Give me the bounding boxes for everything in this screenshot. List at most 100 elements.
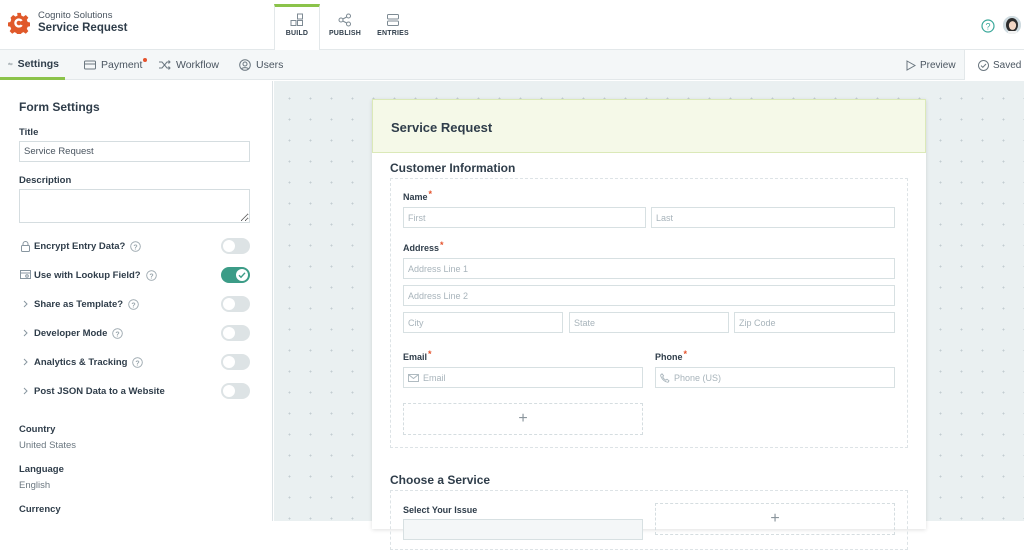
phone-input[interactable]: Phone (US) <box>655 367 895 388</box>
template-toggle[interactable] <box>221 296 250 312</box>
shuffle-icon <box>159 60 171 70</box>
top-bar: Cognito Solutions Service Request BUILD … <box>0 0 1024 51</box>
svg-text:?: ? <box>116 331 120 338</box>
sliders-icon <box>8 62 13 65</box>
chevron-right-icon <box>19 329 31 337</box>
phone-icon <box>660 372 670 383</box>
play-outline-icon <box>906 59 916 71</box>
check-icon <box>238 272 246 279</box>
last-name-input[interactable]: Last <box>651 207 895 228</box>
toggle-row-developer[interactable]: Developer Mode ? <box>19 325 250 341</box>
first-name-input[interactable]: First <box>403 207 646 228</box>
required-marker: * <box>428 349 432 359</box>
add-field-button[interactable]: + <box>403 403 643 435</box>
subtab-users[interactable]: Users <box>239 50 283 80</box>
email-label-text: Email <box>403 352 428 362</box>
subtab-settings-label: Settings <box>17 57 59 70</box>
help-icon[interactable]: ? <box>145 269 157 281</box>
user-avatar[interactable] <box>1003 16 1021 34</box>
template-label: Share as Template? <box>34 298 124 310</box>
toggle-row-template[interactable]: Share as Template? ? <box>19 296 250 312</box>
encrypt-toggle[interactable] <box>221 238 250 254</box>
title-label: Title <box>19 127 39 138</box>
developer-toggle[interactable] <box>221 325 250 341</box>
svg-text:?: ? <box>985 21 990 31</box>
subtab-workflow[interactable]: Workflow <box>159 50 219 80</box>
main-tabs: BUILD PUBLISH ENTRIES <box>274 4 418 51</box>
share-icon <box>338 13 351 27</box>
tab-build[interactable]: BUILD <box>274 4 320 51</box>
state-placeholder: State <box>574 317 596 328</box>
payment-alert-dot <box>143 58 148 62</box>
language-value[interactable]: English <box>19 480 50 491</box>
required-marker: * <box>428 189 433 199</box>
post-json-toggle[interactable] <box>221 383 250 399</box>
help-circle-icon[interactable]: ? <box>981 19 995 33</box>
address-line1-input[interactable]: Address Line 1 <box>403 258 895 279</box>
title-input[interactable] <box>19 141 250 162</box>
sub-navigation: Settings Payment Workflow Users Preview … <box>0 50 1024 80</box>
subtab-payment-label: Payment <box>101 59 143 71</box>
last-name-placeholder: Last <box>656 212 674 223</box>
required-marker: * <box>683 349 688 359</box>
lookup-toggle[interactable] <box>221 267 250 283</box>
subtab-workflow-label: Workflow <box>176 59 219 71</box>
help-icon[interactable]: ? <box>130 240 142 252</box>
tab-entries-label: ENTRIES <box>377 30 409 37</box>
help-icon[interactable]: ? <box>112 327 124 339</box>
check-circle-icon <box>978 59 989 71</box>
brand[interactable]: Cognito Solutions Service Request <box>8 10 128 35</box>
email-input[interactable]: Email <box>403 367 643 388</box>
city-input[interactable]: City <box>403 312 563 333</box>
currency-label: Currency <box>19 504 61 515</box>
entries-icon <box>387 14 399 26</box>
toggle-row-encrypt: Encrypt Entry Data? ? <box>19 238 250 254</box>
help-icon[interactable]: ? <box>132 356 144 368</box>
country-label: Country <box>19 424 56 435</box>
lookup-icon <box>19 270 31 280</box>
encrypt-label: Encrypt Entry Data? <box>34 240 126 252</box>
language-label: Language <box>19 464 64 475</box>
panel-title: Form Settings <box>19 100 100 114</box>
lock-icon <box>19 240 31 252</box>
saved-label: Saved <box>993 59 1022 71</box>
phone-field-label: Phone* <box>655 349 688 362</box>
tab-entries[interactable]: ENTRIES <box>370 4 416 50</box>
description-textarea[interactable] <box>19 189 250 223</box>
toggle-row-analytics[interactable]: Analytics & Tracking ? <box>19 354 250 370</box>
build-grid-icon <box>290 13 303 26</box>
address-line2-input[interactable]: Address Line 2 <box>403 285 895 306</box>
chevron-right-icon <box>19 300 31 308</box>
svg-text:?: ? <box>149 273 153 280</box>
analytics-label: Analytics & Tracking <box>34 356 128 368</box>
analytics-toggle[interactable] <box>221 354 250 370</box>
help-icon[interactable]: ? <box>128 298 139 310</box>
tab-publish[interactable]: PUBLISH <box>322 4 368 50</box>
saved-status: Saved <box>964 50 1024 80</box>
form-title: Service Request <box>391 120 493 135</box>
form-header[interactable]: Service Request <box>372 99 926 153</box>
plus-icon: + <box>518 410 528 427</box>
lookup-label: Use with Lookup Field? <box>34 269 141 281</box>
phone-label-text: Phone <box>655 352 683 362</box>
subtab-settings[interactable]: Settings <box>0 50 65 80</box>
state-input[interactable]: State <box>569 312 729 333</box>
country-value[interactable]: United States <box>19 440 76 451</box>
section-title-service[interactable]: Choose a Service <box>390 473 490 487</box>
email-placeholder: Email <box>423 372 446 383</box>
envelope-icon <box>408 373 419 382</box>
subtab-payment[interactable]: Payment <box>84 50 148 80</box>
chevron-right-icon <box>19 358 31 366</box>
add-field-button-service[interactable]: + <box>655 503 895 535</box>
address-label-text: Address <box>403 243 440 253</box>
tab-publish-label: PUBLISH <box>328 30 362 37</box>
zip-input[interactable]: Zip Code <box>734 312 895 333</box>
issue-select[interactable] <box>403 519 643 540</box>
svg-text:?: ? <box>131 302 135 309</box>
avatar-image-icon <box>1003 16 1021 34</box>
preview-button[interactable]: Preview <box>906 50 956 80</box>
form-settings-panel: Form Settings Title Description Encrypt … <box>0 81 273 521</box>
toggle-row-post-json[interactable]: Post JSON Data to a Website <box>19 383 250 399</box>
section-title-customer[interactable]: Customer Information <box>390 161 515 175</box>
developer-label: Developer Mode <box>34 327 108 339</box>
